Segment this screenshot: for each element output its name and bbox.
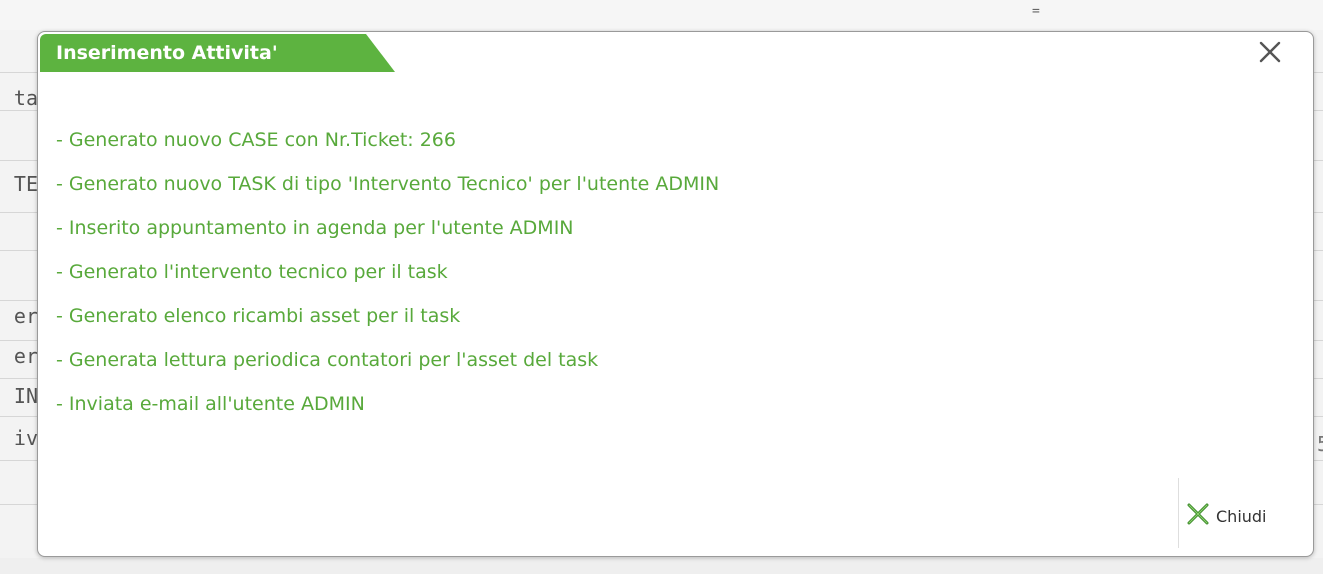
message-item: - Inserito appuntamento in agenda per l'…	[56, 217, 574, 239]
close-icon	[1186, 502, 1210, 530]
background-field-fragment: 5	[1317, 432, 1323, 456]
background-field-fragment: iv	[13, 426, 38, 450]
message-item: - Generata lettura periodica contatori p…	[56, 349, 599, 371]
message-item: - Generato nuovo TASK di tipo 'Intervent…	[56, 173, 720, 195]
background-field-fragment: TE	[13, 172, 38, 196]
drag-handle-icon[interactable]: =	[1032, 4, 1040, 19]
close-button[interactable]: Chiudi	[1186, 494, 1304, 538]
message-item: - Generato l'intervento tecnico per il t…	[56, 261, 448, 283]
background-footer	[0, 558, 1323, 574]
background-field-fragment: ta	[13, 86, 38, 110]
message-item: - Generato elenco ricambi asset per il t…	[56, 305, 461, 327]
message-list: - Generato nuovo CASE con Nr.Ticket: 266…	[56, 126, 719, 434]
background-field-fragment: IN	[13, 384, 38, 408]
background-field-fragment: er	[13, 344, 38, 368]
close-button-label: Chiudi	[1216, 506, 1267, 526]
message-item: - Generato nuovo CASE con Nr.Ticket: 266	[56, 129, 456, 151]
close-icon[interactable]	[1256, 38, 1284, 66]
background-field-fragment: er	[13, 304, 38, 328]
background-toolbar	[0, 0, 1323, 30]
dialog-title: Inserimento Attivita'	[40, 34, 395, 72]
footer-divider	[1178, 478, 1179, 548]
message-item: - Inviata e-mail all'utente ADMIN	[56, 393, 365, 415]
insert-activity-dialog: Inserimento Attivita' - Generato nuovo C…	[37, 31, 1314, 557]
